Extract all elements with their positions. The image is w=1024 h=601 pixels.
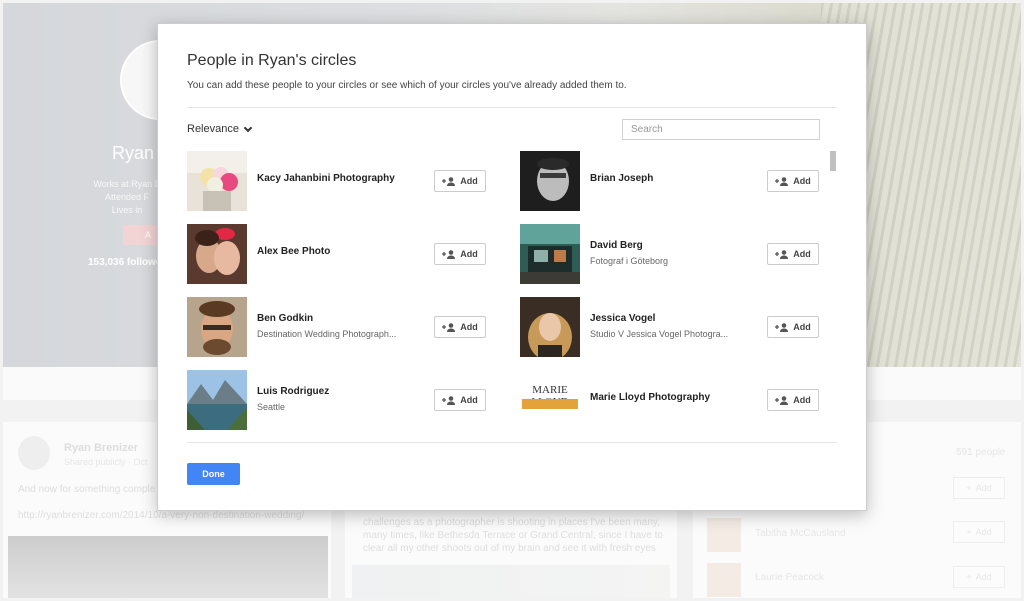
add-person-button[interactable]: Add	[767, 389, 819, 411]
person-description: Destination Wedding Photograph...	[257, 329, 397, 339]
person-name[interactable]: Jessica Vogel	[590, 313, 655, 324]
people-list[interactable]: Kacy Jahanbini Photography Add Brian Jos…	[158, 151, 868, 441]
add-button-label: Add	[460, 322, 478, 332]
list-item: Luis Rodriguez Seattle Add	[187, 370, 487, 430]
header-divider	[187, 107, 837, 108]
add-person-button[interactable]: Add	[434, 170, 486, 192]
search-input[interactable]	[622, 119, 820, 140]
person-description: Studio V Jessica Vogel Photogra...	[590, 329, 729, 339]
list-item: Alex Bee Photo Add	[187, 224, 487, 284]
add-button-label: Add	[460, 249, 478, 259]
person-description: Seattle	[257, 402, 286, 412]
person-photo	[520, 224, 580, 284]
sort-label: Relevance	[187, 123, 239, 135]
person-description: Fotograf i Göteborg	[590, 256, 669, 266]
person-photo	[520, 297, 580, 357]
person-name[interactable]: Marie Lloyd Photography	[590, 392, 710, 403]
add-person-button[interactable]: Add	[767, 316, 819, 338]
add-button-label: Add	[793, 322, 811, 332]
person-name[interactable]: David Berg	[590, 240, 643, 251]
person-photo	[187, 370, 247, 430]
logo-ribbon	[522, 399, 578, 409]
list-item: David Berg Fotograf i Göteborg Add	[520, 224, 820, 284]
add-button-label: Add	[793, 176, 811, 186]
person-add-icon	[442, 249, 456, 259]
add-person-button[interactable]: Add	[767, 243, 819, 265]
sort-dropdown[interactable]: Relevance	[187, 123, 253, 135]
dialog-subtitle: You can add these people to your circles…	[187, 80, 627, 91]
add-person-button[interactable]: Add	[434, 389, 486, 411]
add-button-label: Add	[460, 395, 478, 405]
done-button[interactable]: Done	[187, 463, 240, 485]
add-button-label: Add	[793, 395, 811, 405]
person-name[interactable]: Brian Joseph	[590, 173, 653, 184]
add-button-label: Add	[460, 176, 478, 186]
add-person-button[interactable]: Add	[434, 316, 486, 338]
person-add-icon	[775, 322, 789, 332]
person-name[interactable]: Luis Rodriguez	[257, 386, 329, 397]
person-photo	[187, 224, 247, 284]
add-button-label: Add	[793, 249, 811, 259]
person-add-icon	[442, 395, 456, 405]
person-photo	[187, 297, 247, 357]
person-add-icon	[775, 249, 789, 259]
person-name[interactable]: Ben Godkin	[257, 313, 313, 324]
list-item: Ben Godkin Destination Wedding Photograp…	[187, 297, 487, 357]
list-item: MARIE LLOYD Marie Lloyd Photography Add	[520, 370, 820, 430]
list-item: Jessica Vogel Studio V Jessica Vogel Pho…	[520, 297, 820, 357]
add-person-button[interactable]: Add	[434, 243, 486, 265]
list-item: Brian Joseph Add	[520, 151, 820, 211]
add-person-button[interactable]: Add	[767, 170, 819, 192]
person-name[interactable]: Kacy Jahanbini Photography	[257, 173, 395, 184]
person-photo	[187, 151, 247, 211]
footer-divider	[187, 442, 837, 443]
list-scrollbar[interactable]	[830, 151, 836, 171]
person-add-icon	[775, 395, 789, 405]
person-name[interactable]: Alex Bee Photo	[257, 246, 330, 257]
chevron-down-icon	[243, 123, 253, 132]
person-add-icon	[775, 176, 789, 186]
person-photo: MARIE LLOYD	[520, 370, 580, 430]
circles-dialog: People in Ryan's circles You can add the…	[157, 23, 867, 511]
person-add-icon	[442, 322, 456, 332]
person-photo	[520, 151, 580, 211]
list-item: Kacy Jahanbini Photography Add	[187, 151, 487, 211]
person-add-icon	[442, 176, 456, 186]
dialog-title: People in Ryan's circles	[187, 52, 357, 69]
